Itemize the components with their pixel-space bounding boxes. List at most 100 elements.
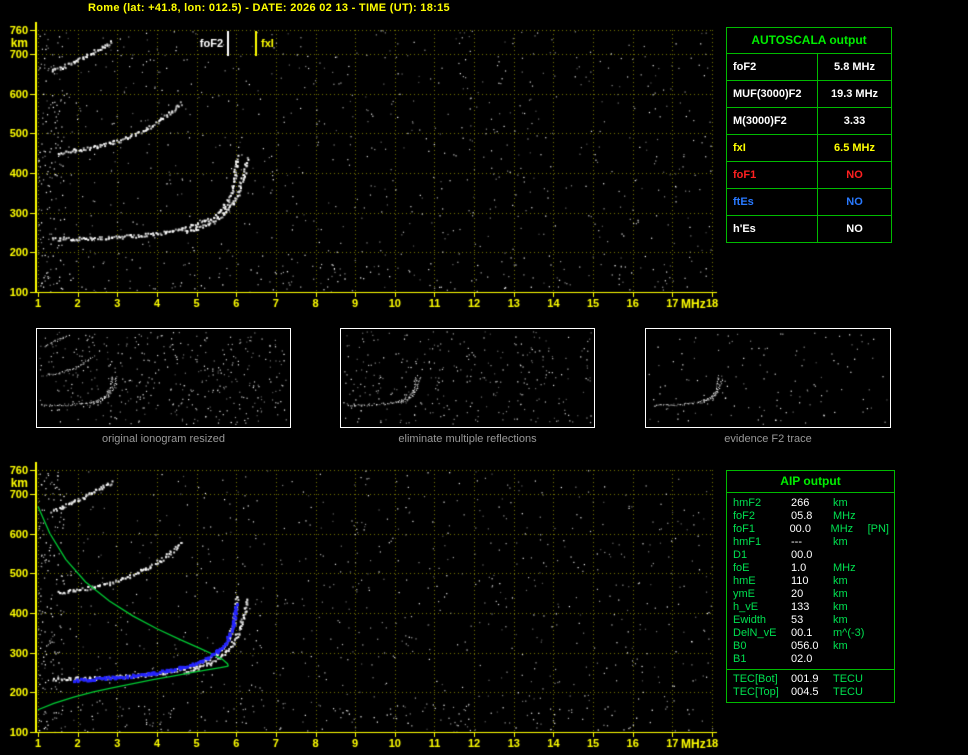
param-label: hmF2: [733, 497, 762, 509]
param-value: 19.3 MHz: [830, 88, 879, 100]
table-row: Ewidth 53 km: [733, 614, 889, 627]
param-unit: [833, 653, 871, 666]
param-label: ymE: [733, 588, 755, 600]
param-label: D1: [733, 549, 748, 561]
param-value: 53: [791, 614, 804, 626]
thumbnail-original-ionogram: [36, 328, 291, 428]
autoscala-app-window: Rome (lat: +41.8, lon: 012.5) - DATE: 20…: [0, 0, 968, 755]
param-value: 6.5 MHz: [834, 142, 875, 154]
table-row: TEC[Top] 004.5 TECU: [733, 686, 889, 699]
param-label: foF2: [727, 54, 818, 80]
param-unit: [833, 549, 871, 562]
param-extra: [871, 549, 889, 562]
table-row: foF2 5.8 MHz: [727, 54, 891, 81]
thumbnail-caption: evidence F2 trace: [724, 433, 812, 445]
param-label: M(3000)F2: [727, 108, 818, 134]
param-unit: km: [833, 614, 848, 626]
param-label: foE: [733, 562, 750, 574]
param-extra: [PN]: [867, 523, 889, 535]
param-unit: km: [833, 588, 848, 600]
param-extra: [871, 588, 889, 601]
param-value: 5.8 MHz: [834, 61, 875, 73]
inverted-profile-ionogram-plot: [0, 456, 720, 755]
param-label: foF2: [733, 510, 756, 522]
table-row: hmF2 266 km: [733, 497, 889, 510]
station-date-header: Rome (lat: +41.8, lon: 012.5) - DATE: 20…: [88, 2, 450, 14]
param-unit: TECU: [833, 673, 863, 685]
thumbnail-caption: original ionogram resized: [102, 433, 225, 445]
param-unit: km: [833, 640, 848, 652]
param-label: foF1: [733, 523, 756, 535]
param-value: 056.0: [791, 640, 819, 652]
param-value: 3.33: [843, 115, 866, 127]
table-row: foE 1.0 MHz: [733, 562, 889, 575]
aip-table-body: hmF2 266 km foF2 05.8 MHz foF1 00.0 MHz [PN] hm…: [727, 493, 894, 702]
table-row: foF2 05.8 MHz: [733, 510, 889, 523]
param-value: 001.9: [791, 673, 819, 685]
param-extra: [871, 575, 889, 588]
param-label: DelN_vE: [733, 627, 777, 639]
param-extra: [871, 640, 889, 653]
param-label: foF1: [727, 162, 818, 188]
param-label: TEC[Bot]: [733, 673, 778, 685]
param-value: 004.5: [791, 686, 819, 698]
table-row: M(3000)F2 3.33: [727, 108, 891, 135]
param-extra: [871, 562, 889, 575]
param-value: 05.8: [791, 510, 813, 522]
param-value: NO: [846, 223, 863, 235]
param-unit: MHz: [833, 562, 856, 574]
param-label: h_vE: [733, 601, 759, 613]
param-label: TEC[Top]: [733, 686, 779, 698]
table-row: foF1 00.0 MHz [PN]: [733, 523, 889, 536]
aip-table-header: AIP output: [727, 471, 894, 493]
param-unit: km: [833, 497, 848, 509]
param-unit: km: [833, 601, 848, 613]
table-row: fxI 6.5 MHz: [727, 135, 891, 162]
thumbnail-no-multiples-canvas: [341, 329, 594, 427]
thumbnail-original-canvas: [37, 329, 290, 427]
param-extra: [871, 536, 889, 549]
param-value: 02.0: [791, 653, 813, 665]
table-row: MUF(3000)F2 19.3 MHz: [727, 81, 891, 108]
param-label: fxI: [727, 135, 818, 161]
param-extra: [871, 627, 889, 640]
table-row: hmE 110 km: [733, 575, 889, 588]
param-extra: [871, 614, 889, 627]
param-label: B0: [733, 640, 747, 652]
param-label: Ewidth: [733, 614, 767, 626]
param-value: 110: [791, 575, 809, 587]
param-unit: m^(-3): [833, 627, 865, 639]
thumbnail-no-multiples: [340, 328, 595, 428]
thumbnail-f2-trace: [645, 328, 891, 428]
table-row: B1 02.0: [733, 653, 889, 666]
param-value: 266: [791, 497, 810, 509]
table-row: h_vE 133 km: [733, 601, 889, 614]
table-row: foF1 NO: [727, 162, 891, 189]
table-row: D1 00.0: [733, 549, 889, 562]
param-extra: [871, 510, 889, 523]
param-value: 20: [791, 588, 804, 600]
param-label: hmF1: [733, 536, 762, 548]
param-value: 1.0: [791, 562, 807, 574]
aip-output-table: AIP output hmF2 266 km foF2 05.8 MHz foF1 00.…: [726, 470, 895, 703]
param-label: h'Es: [727, 216, 818, 242]
param-unit: MHz: [833, 510, 856, 522]
param-label: hmE: [733, 575, 756, 587]
param-label: MUF(3000)F2: [727, 81, 818, 107]
param-unit: km: [833, 575, 848, 587]
param-value: 133: [791, 601, 810, 613]
table-row: hmF1 --- km: [733, 536, 889, 549]
table-row: TEC[Bot] 001.9 TECU: [733, 673, 889, 686]
thumbnail-f2-trace-canvas: [646, 329, 890, 427]
param-value: NO: [846, 196, 863, 208]
param-unit: MHz: [830, 523, 854, 535]
param-value: ---: [791, 536, 802, 548]
main-ionogram-plot: [0, 16, 720, 316]
param-unit: TECU: [833, 686, 863, 698]
table-row: ftEs NO: [727, 189, 891, 216]
autoscala-output-table: AUTOSCALA output foF2 5.8 MHz MUF(3000)F…: [726, 27, 892, 243]
table-row: ymE 20 km: [733, 588, 889, 601]
tec-separator: [727, 669, 894, 670]
param-extra: [871, 497, 889, 510]
param-extra: [871, 653, 889, 666]
